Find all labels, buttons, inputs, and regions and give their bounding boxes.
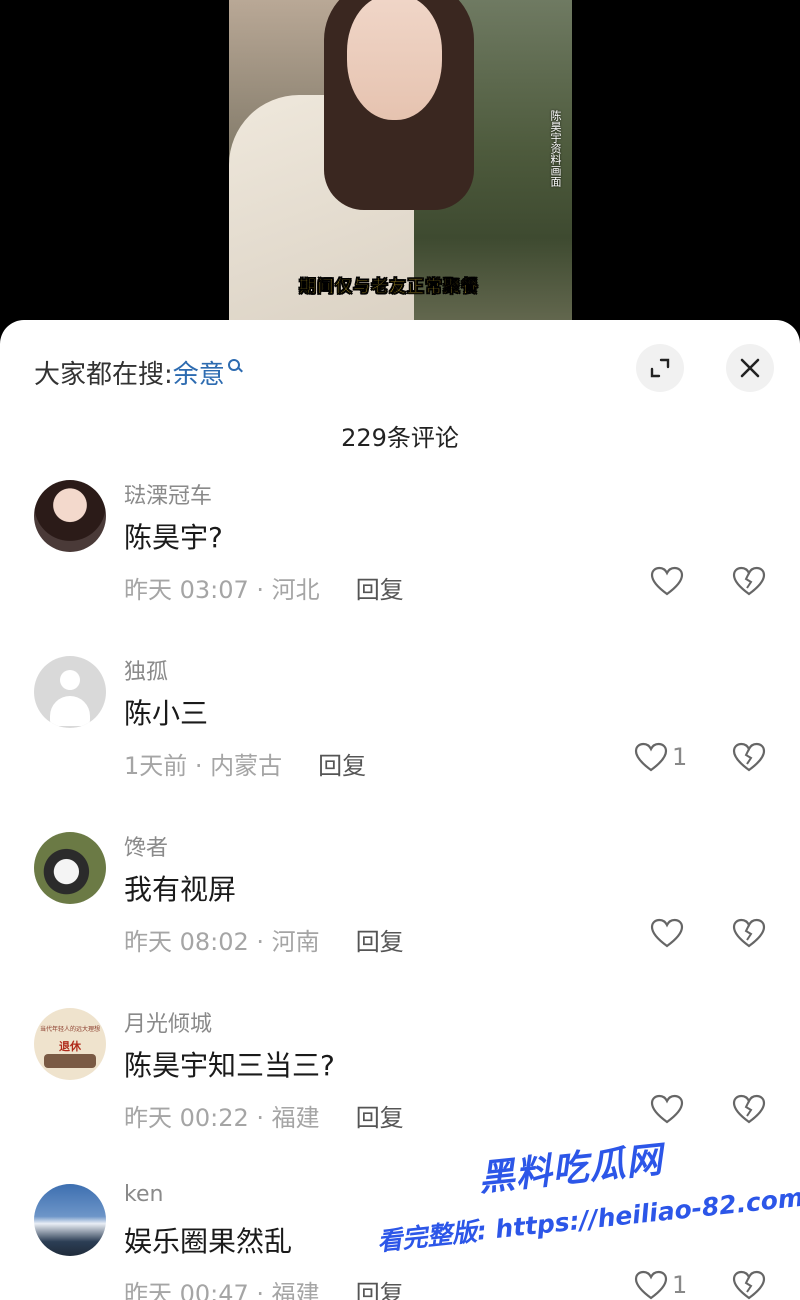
comment-nickname[interactable]: 琺溧冠车	[124, 478, 212, 510]
video-frame[interactable]: 陈昊宇资料画面 期间仅与老友正常聚餐	[229, 0, 572, 340]
dislike-button[interactable]	[732, 1270, 766, 1300]
trending-search-term[interactable]: 余意	[173, 354, 225, 391]
comment-nickname[interactable]: 馋者	[124, 830, 168, 862]
broken-heart-icon	[732, 566, 766, 596]
comment-nickname[interactable]: ken	[124, 1182, 163, 1207]
comment-meta: 昨天 00:22 · 福建 回复	[124, 1098, 404, 1133]
like-button[interactable]: 1	[634, 742, 687, 772]
like-button[interactable]	[650, 1094, 688, 1124]
trending-search-label: 大家都在搜:	[34, 360, 173, 390]
comment-nickname[interactable]: 月光倾城	[124, 1006, 212, 1038]
avatar-illustration	[44, 1054, 96, 1068]
comment-item: 馋者 我有视屏 昨天 08:02 · 河南 回复	[0, 832, 800, 1008]
comment-meta: 昨天 00:47 · 福建 回复	[124, 1274, 404, 1300]
default-avatar-head	[60, 670, 80, 690]
default-avatar-body	[50, 696, 90, 726]
reply-button[interactable]: 回复	[356, 922, 404, 957]
video-person-face	[347, 0, 442, 120]
comment-text: 陈小三	[124, 697, 209, 730]
expand-button[interactable]	[636, 344, 684, 392]
comment-time-location: 昨天 08:02 · 河南	[124, 928, 320, 956]
broken-heart-icon	[732, 742, 766, 772]
video-subtitle: 期间仅与老友正常聚餐	[299, 277, 479, 297]
heart-icon	[650, 918, 684, 948]
search-icon	[227, 358, 240, 371]
video-side-caption: 陈昊宇资料画面	[549, 110, 562, 187]
comment-item: 当代年轻人的远大理想 退休 月光倾城 陈昊宇知三当三? 昨天 00:22 · 福…	[0, 1008, 800, 1184]
like-count: 1	[672, 1271, 688, 1299]
comment-item: 琺溧冠车 陈昊宇? 昨天 03:07 · 河北 回复	[0, 480, 800, 656]
video-player[interactable]: 陈昊宇资料画面 期间仅与老友正常聚餐	[0, 0, 800, 340]
comments-sheet: 大家都在搜: 余意 229条评论 琺溧冠车 陈昊宇? 昨天 03:07 · 河北…	[0, 320, 800, 1300]
comment-count: 229条评论	[341, 424, 459, 452]
avatar-word: 退休	[59, 1040, 81, 1053]
reply-button[interactable]: 回复	[356, 1098, 404, 1133]
avatar[interactable]	[34, 1184, 106, 1256]
broken-heart-icon	[732, 918, 766, 948]
comment-meta: 昨天 08:02 · 河南 回复	[124, 922, 404, 957]
comment-item: 独孤 陈小三 1天前 · 内蒙古 回复 1	[0, 656, 800, 832]
like-button[interactable]: 1	[634, 1270, 687, 1300]
avatar[interactable]: 当代年轻人的远大理想 退休	[34, 1008, 106, 1080]
comment-meta: 昨天 03:07 · 河北 回复	[124, 570, 404, 605]
dislike-button[interactable]	[732, 918, 766, 952]
heart-icon	[650, 566, 684, 596]
dislike-button[interactable]	[732, 566, 766, 600]
reply-button[interactable]: 回复	[356, 570, 404, 605]
dislike-button[interactable]	[732, 1094, 766, 1128]
comment-meta: 1天前 · 内蒙古 回复	[124, 746, 366, 781]
dislike-button[interactable]	[732, 742, 766, 776]
comment-nickname[interactable]: 独孤	[124, 654, 168, 686]
reply-button[interactable]: 回复	[356, 1274, 404, 1300]
expand-icon	[650, 358, 670, 378]
reply-button[interactable]: 回复	[318, 746, 366, 781]
close-button[interactable]	[726, 344, 774, 392]
comment-time-location: 1天前 · 内蒙古	[124, 752, 283, 780]
like-count: 1	[672, 743, 688, 771]
like-button[interactable]	[650, 918, 688, 948]
avatar[interactable]	[34, 480, 106, 552]
heart-icon	[634, 742, 668, 772]
like-button[interactable]	[650, 566, 688, 596]
avatar[interactable]	[34, 832, 106, 904]
comment-time-location: 昨天 00:47 · 福建	[124, 1280, 320, 1300]
comment-text: 陈昊宇?	[124, 521, 223, 554]
heart-icon	[650, 1094, 684, 1124]
comment-text: 娱乐圈果然乱	[124, 1225, 293, 1258]
heart-icon	[634, 1270, 668, 1300]
avatar-caption: 当代年轻人的远大理想	[39, 1026, 100, 1033]
comment-text: 陈昊宇知三当三?	[124, 1049, 335, 1082]
comment-time-location: 昨天 03:07 · 河北	[124, 576, 320, 604]
avatar[interactable]	[34, 656, 106, 728]
comment-time-location: 昨天 00:22 · 福建	[124, 1104, 320, 1132]
comment-text: 我有视屏	[124, 873, 237, 906]
trending-search[interactable]: 大家都在搜: 余意	[34, 354, 240, 391]
close-icon	[740, 358, 760, 378]
broken-heart-icon	[732, 1270, 766, 1300]
broken-heart-icon	[732, 1094, 766, 1124]
